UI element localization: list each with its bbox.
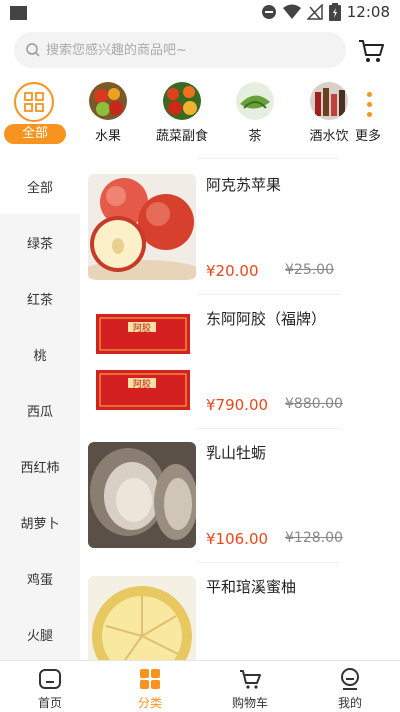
category-label: 水果	[94, 129, 121, 144]
category-label: 酒水饮	[309, 129, 349, 144]
cart-icon	[359, 40, 384, 62]
sidebar-item-black-tea[interactable]: 红茶	[0, 270, 80, 326]
product-original-price: ¥128.00	[285, 530, 343, 546]
sidebar-item-tomato[interactable]: 西红柿	[0, 438, 80, 494]
nav-home[interactable]: 首页	[0, 661, 100, 712]
fruit-photo	[89, 82, 127, 120]
category-label: 全部	[4, 124, 66, 144]
ejiao-label-bottom: 阿胶	[133, 378, 151, 390]
sidebar-item-all[interactable]: 全部	[0, 158, 80, 214]
product-price: ¥106.00	[206, 530, 269, 548]
product-card[interactable]: 阿胶 阿胶 东阿阿胶（福牌） ¥790.00 ¥880.00	[80, 292, 400, 429]
search-bar[interactable]	[14, 32, 346, 68]
category-label: 茶	[248, 129, 262, 144]
category-vegetables[interactable]: 蔬菜副食	[147, 78, 217, 144]
product-price: ¥790.00	[206, 396, 269, 414]
no-signal-icon	[306, 4, 323, 20]
product-name: 阿克苏苹果	[206, 176, 282, 194]
sidebar-item-carrot[interactable]: 胡萝卜	[0, 494, 80, 550]
bottom-nav: 首页 分类 购物车 我的	[0, 660, 400, 712]
product-list: 阿克苏苹果 ¥20.00 ¥25.00 阿胶 阿胶 东阿阿胶（福牌） ¥790.…	[80, 158, 400, 660]
pomelo-photo	[88, 576, 196, 660]
sidebar: 全部 绿茶 红茶 桃 西瓜 西红柿 胡萝卜 鸡蛋 火腿	[0, 158, 80, 660]
category-label: 蔬菜副食	[155, 129, 208, 144]
sidebar-item-green-tea[interactable]: 绿茶	[0, 214, 80, 270]
product-card[interactable]: 阿克苏苹果 ¥20.00 ¥25.00	[80, 158, 400, 295]
nav-cart[interactable]: 购物车	[200, 661, 300, 712]
clock: 12:08	[346, 3, 390, 21]
vegetable-photo	[163, 82, 201, 120]
drinks-photo	[310, 82, 348, 120]
nav-category[interactable]: 分类	[100, 661, 200, 712]
sidebar-item-egg[interactable]: 鸡蛋	[0, 550, 80, 606]
category-strip: 全部 水果 蔬菜副食 茶 酒水饮 更多	[0, 78, 400, 148]
sidebar-item-ham[interactable]: 火腿	[0, 606, 80, 660]
product-price: ¥20.00	[206, 262, 259, 280]
nav-label: 购物车	[231, 696, 268, 710]
sidebar-item-peach[interactable]: 桃	[0, 326, 80, 382]
apple-photo	[88, 174, 196, 280]
more-dots-icon[interactable]	[367, 92, 373, 117]
search-input[interactable]	[46, 42, 316, 58]
nav-label: 分类	[137, 696, 162, 710]
product-name: 平和琯溪蜜柚	[206, 578, 297, 596]
category-more-label[interactable]: 更多	[355, 125, 381, 144]
dnd-icon	[261, 5, 276, 19]
product-name: 东阿阿胶（福牌）	[206, 310, 327, 328]
divider	[198, 158, 338, 159]
ejiao-label-top: 阿胶	[133, 322, 151, 334]
nav-label: 首页	[37, 696, 62, 710]
status-icons: 12:08	[261, 3, 390, 21]
nav-label: 我的	[337, 696, 362, 710]
category-fruit[interactable]: 水果	[73, 78, 143, 144]
profile-icon	[341, 668, 359, 690]
tea-photo	[236, 82, 274, 120]
cart-icon	[240, 670, 261, 689]
ejiao-photo: 阿胶 阿胶	[88, 308, 196, 414]
nav-profile[interactable]: 我的	[300, 661, 400, 712]
grid-icon	[14, 82, 54, 122]
status-bar: 12:08	[0, 0, 400, 26]
product-card[interactable]: 平和琯溪蜜柚	[80, 560, 400, 660]
product-original-price: ¥25.00	[285, 262, 334, 278]
product-card[interactable]: 乳山牡蛎 ¥106.00 ¥128.00	[80, 426, 400, 563]
wifi-icon	[282, 4, 301, 19]
product-name: 乳山牡蛎	[206, 444, 267, 462]
oyster-photo	[88, 442, 196, 548]
notification-icon	[10, 6, 27, 20]
category-icon	[140, 669, 160, 689]
category-drinks[interactable]: 酒水饮	[294, 78, 364, 144]
product-original-price: ¥880.00	[285, 396, 343, 412]
cart-button[interactable]	[356, 36, 386, 66]
category-tea[interactable]: 茶	[220, 78, 290, 144]
home-icon	[39, 669, 61, 689]
battery-icon	[328, 3, 341, 21]
sidebar-item-watermelon[interactable]: 西瓜	[0, 382, 80, 438]
search-icon	[26, 43, 40, 57]
